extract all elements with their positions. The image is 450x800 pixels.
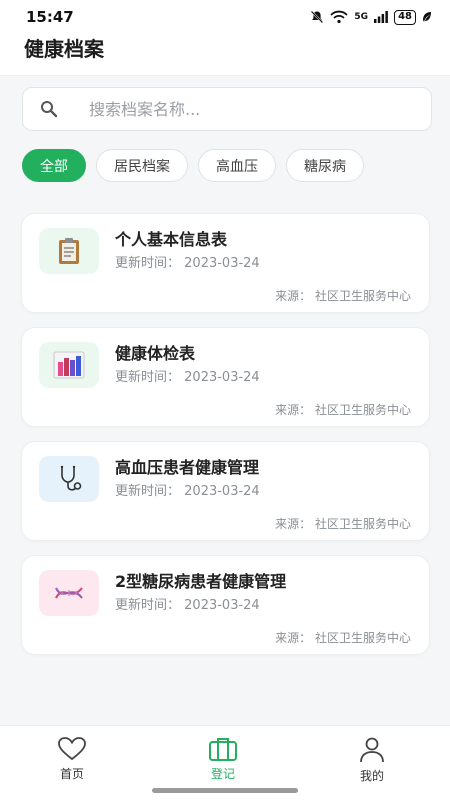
nav-item-register[interactable]: 登记 — [193, 736, 253, 782]
source-label: 来源： — [275, 403, 312, 417]
status-icons: 5G 48 — [310, 9, 432, 25]
filter-chip-resident-records[interactable]: 居民档案 — [96, 149, 188, 182]
record-card-diabetes[interactable]: 2型糖尿病患者健康管理 更新时间： 2023-03-24 来源： 社区卫生服务中… — [21, 555, 430, 655]
update-time-value: 2023-03-24 — [184, 370, 260, 385]
signal-icon — [374, 11, 388, 23]
nav-label-me: 我的 — [359, 769, 384, 783]
filter-chip-hypertension[interactable]: 高血压 — [198, 149, 276, 182]
source-value: 社区卫生服务中心 — [314, 289, 411, 303]
record-title: 个人基本信息表 — [115, 230, 228, 249]
card-icon-box — [39, 228, 99, 274]
mute-bell-icon — [311, 10, 324, 24]
status-time: 15:47 — [26, 8, 74, 26]
record-update-time: 更新时间： 2023-03-24 — [115, 252, 260, 271]
update-time-label: 更新时间： — [115, 256, 181, 271]
update-time-label: 更新时间： — [115, 370, 181, 385]
card-icon-box — [39, 456, 99, 502]
search-icon — [41, 101, 58, 118]
leaf-icon — [423, 12, 431, 22]
record-source: 来源： 社区卫生服务中心 — [275, 401, 411, 418]
bar-chart-icon — [53, 351, 85, 379]
card-icon-box — [39, 342, 99, 388]
record-title: 健康体检表 — [115, 344, 196, 363]
source-label: 来源： — [275, 517, 312, 531]
stethoscope-icon — [60, 465, 82, 491]
user-icon — [360, 737, 384, 763]
record-card-health-exam[interactable]: 健康体检表 更新时间： 2023-03-24 来源： 社区卫生服务中心 — [21, 327, 430, 427]
nav-item-home[interactable]: 首页 — [42, 736, 102, 782]
search-box[interactable] — [22, 87, 432, 131]
source-label: 来源： — [275, 289, 312, 303]
record-source: 来源： 社区卫生服务中心 — [275, 515, 411, 532]
source-value: 社区卫生服务中心 — [314, 517, 411, 531]
nav-label-home: 首页 — [59, 767, 84, 781]
card-icon-box — [39, 570, 99, 616]
source-value: 社区卫生服务中心 — [314, 631, 411, 645]
battery-indicator: 48 — [394, 9, 416, 25]
update-time-value: 2023-03-24 — [184, 256, 260, 271]
record-card-hypertension[interactable]: 高血压患者健康管理 更新时间： 2023-03-24 来源： 社区卫生服务中心 — [21, 441, 430, 541]
update-time-value: 2023-03-24 — [184, 484, 260, 499]
update-time-value: 2023-03-24 — [184, 598, 260, 613]
record-source: 来源： 社区卫生服务中心 — [275, 629, 411, 646]
record-title: 2型糖尿病患者健康管理 — [115, 572, 287, 591]
record-source: 来源： 社区卫生服务中心 — [275, 287, 411, 304]
record-card-basic-info[interactable]: 个人基本信息表 更新时间： 2023-03-24 来源： 社区卫生服务中心 — [21, 213, 430, 313]
search-input[interactable] — [89, 99, 409, 119]
heart-icon — [58, 737, 86, 761]
dna-icon — [55, 587, 83, 599]
briefcase-icon — [209, 738, 237, 761]
network-type: 5G — [354, 12, 369, 22]
filter-chips: 全部 居民档案 高血压 糖尿病 — [22, 149, 364, 183]
update-time-label: 更新时间： — [115, 484, 181, 499]
home-indicator[interactable] — [152, 788, 298, 793]
wifi-icon — [330, 10, 349, 24]
source-label: 来源： — [275, 631, 312, 645]
filter-chip-diabetes[interactable]: 糖尿病 — [286, 149, 364, 182]
record-title: 高血压患者健康管理 — [115, 458, 260, 477]
nav-label-register: 登记 — [210, 767, 235, 781]
record-update-time: 更新时间： 2023-03-24 — [115, 480, 260, 499]
record-update-time: 更新时间： 2023-03-24 — [115, 594, 260, 613]
record-update-time: 更新时间： 2023-03-24 — [115, 366, 260, 385]
clipboard-icon — [59, 238, 79, 264]
status-bar: 15:47 5G 48 — [0, 0, 450, 34]
update-time-label: 更新时间： — [115, 598, 181, 613]
page-title: 健康档案 — [0, 34, 450, 76]
nav-item-me[interactable]: 我的 — [342, 736, 402, 784]
filter-chip-all[interactable]: 全部 — [22, 149, 86, 182]
source-value: 社区卫生服务中心 — [314, 403, 411, 417]
